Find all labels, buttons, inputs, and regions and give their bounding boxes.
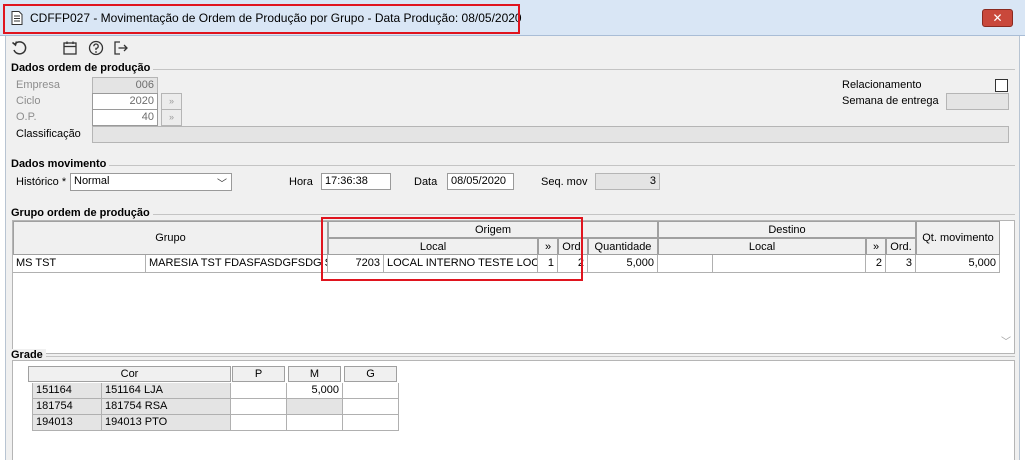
cell-origem-ord[interactable]: 2 [558,255,588,273]
op-label: O.P. [16,111,37,123]
grade-cell-name: 181754 RSA [102,399,231,415]
cell-origem-local-name[interactable]: LOCAL INTERNO TESTE LOCAL [384,255,538,273]
close-button[interactable]: ✕ [982,9,1013,27]
hora-label: Hora [289,176,313,188]
grade-cell-g[interactable] [343,415,399,431]
grade-cell-p[interactable] [231,415,287,431]
grade-cell-p[interactable] [231,399,287,415]
grade-cell-m[interactable] [287,415,343,431]
exit-icon[interactable] [113,40,129,56]
cell-origem-local-code[interactable]: 7203 [328,255,384,273]
grade-cell-code: 151164 [32,383,102,399]
op-lookup-button[interactable]: » [161,109,182,126]
header-origem: Origem [328,221,658,238]
header-destino-local[interactable]: Local [658,238,866,255]
scroll-down-icon[interactable]: ﹀ [1001,333,1011,348]
classificacao-field [92,126,1009,143]
cell-destino-arrow[interactable]: 2 [866,255,886,273]
relacionamento-checkbox[interactable] [995,79,1008,92]
cell-quantidade[interactable]: 5,000 [588,255,658,273]
ciclo-label: Ciclo [16,95,41,107]
header-quantidade[interactable]: Quantidade [588,238,658,255]
cell-grupo-desc[interactable]: MARESIA TST FDASFASDGFSDG S [146,255,328,273]
group-title-dados-ordem: Dados ordem de produção [11,62,154,74]
grade-cell-name: 194013 PTO [102,415,231,431]
semana-entrega-label: Semana de entrega [842,95,939,107]
relacionamento-label: Relacionamento [842,79,922,91]
document-icon [11,11,23,25]
calendar-icon[interactable] [62,40,78,56]
classificacao-label: Classificação [16,128,81,140]
grade-header-p[interactable]: P [232,366,285,382]
group-divider [12,356,1015,357]
ciclo-lookup-button[interactable]: » [161,93,182,110]
ciclo-field[interactable]: 2020 [92,93,158,110]
historico-value: Normal [74,175,110,187]
grade-header-g[interactable]: G [344,366,397,382]
grade-header-cor[interactable]: Cor [28,366,231,382]
cell-origem-arrow[interactable]: 1 [538,255,558,273]
grade-cell-code: 194013 [32,415,102,431]
cell-destino-local-code[interactable] [658,255,713,273]
refresh-icon[interactable] [11,40,27,56]
empresa-field: 006 [92,77,158,94]
cell-qt-movimento[interactable]: 5,000 [916,255,1000,273]
window-content: Dados ordem de produção Empresa 006 Cicl… [5,36,1020,460]
grade-header-m[interactable]: M [288,366,341,382]
group-divider [12,165,1015,166]
data-field[interactable]: 08/05/2020 [447,173,514,190]
window-title: CDFFP027 - Movimentação de Ordem de Prod… [30,11,522,25]
empresa-label: Empresa [16,79,61,91]
grade-cell-code: 181754 [32,399,102,415]
header-origem-local[interactable]: Local [328,238,538,255]
grade-cell-m[interactable]: 5,000 [287,383,343,399]
header-qt-movimento[interactable]: Qt. movimento [916,221,1000,255]
header-origem-arrows[interactable]: » [538,238,558,255]
seq-mov-field: 3 [595,173,660,190]
seq-mov-label: Seq. mov [541,176,588,188]
group-divider [12,69,1015,70]
chevron-down-icon: ﹀ [217,179,227,190]
group-title-dados-movimento: Dados movimento [11,158,110,170]
header-destino: Destino [658,221,916,238]
grade-cell-p[interactable] [231,383,287,399]
grade-grid[interactable]: Cor P M G 151164 151164 LJA 5,000 181754… [12,360,1015,460]
title-bar: CDFFP027 - Movimentação de Ordem de Prod… [0,0,1025,36]
grade-cell-name: 151164 LJA [102,383,231,399]
header-destino-arrows[interactable]: » [866,238,886,255]
grade-cell-g[interactable] [343,383,399,399]
header-destino-ord[interactable]: Ord. [886,238,916,255]
group-divider [12,214,1015,215]
grade-cell-g[interactable] [343,399,399,415]
cell-grupo-code[interactable]: MS TST [13,255,146,273]
semana-entrega-field [946,93,1009,110]
help-icon[interactable] [88,40,104,56]
hora-field[interactable]: 17:36:38 [321,173,391,190]
data-label: Data [414,176,438,188]
op-field[interactable]: 40 [92,109,158,126]
header-origem-ord[interactable]: Ord. [558,238,588,255]
cell-destino-local-name[interactable] [713,255,866,273]
historico-label: Histórico * [16,176,67,188]
group-title-grupo-ordem: Grupo ordem de produção [11,207,153,219]
cell-destino-ord[interactable]: 3 [886,255,916,273]
grupo-ordem-grid[interactable]: Grupo Origem Destino Qt. movimento Local… [12,220,1015,354]
grade-cell-m [287,399,343,415]
historico-select[interactable]: Normal ﹀ [70,173,232,191]
header-grupo[interactable]: Grupo [13,221,328,255]
